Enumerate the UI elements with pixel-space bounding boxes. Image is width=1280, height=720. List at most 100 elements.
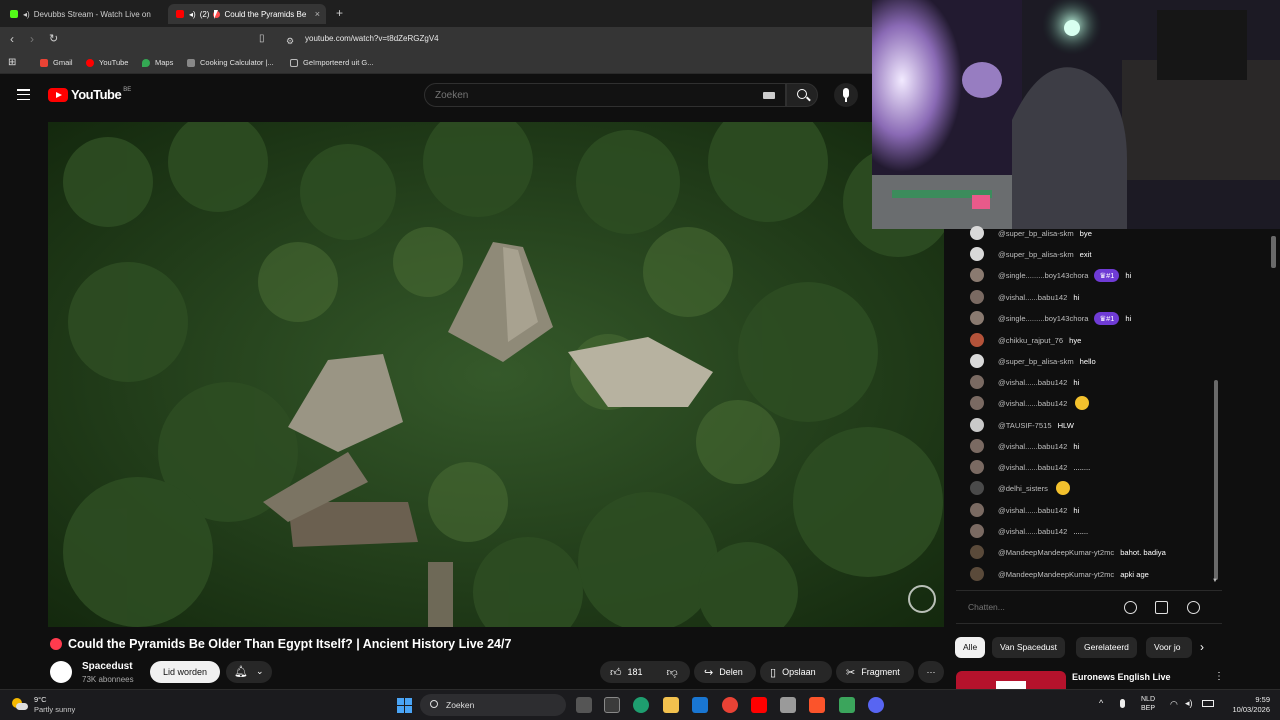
chat-author[interactable]: @vishal......babu142 [998,463,1067,472]
video-player[interactable] [48,122,944,627]
chevron-right-icon[interactable]: › [1200,640,1204,654]
heart-icon[interactable] [1187,601,1200,614]
avatar[interactable] [970,439,984,453]
emoji-icon[interactable] [1124,601,1137,614]
voice-search-button[interactable] [834,83,858,107]
back-icon[interactable]: ‹ [10,32,14,46]
chip-all[interactable]: Alle [955,637,986,658]
super-chat-icon[interactable] [1155,601,1168,614]
bookmark-cooking-calculator[interactable]: Cooking Calculator |... [187,58,274,67]
avatar[interactable] [970,354,984,368]
avatar[interactable] [970,567,984,581]
chat-author[interactable]: @MandeepMandeepKumar-yt2mc [998,570,1114,579]
avatar[interactable] [970,545,984,559]
chrome-icon[interactable] [722,697,738,713]
chat-input[interactable] [968,599,1118,615]
chat-author[interactable]: @vishal......babu142 [998,399,1067,408]
notification-bell-button[interactable]: 🔔︎ ⌄ [226,661,272,683]
chip-for-you[interactable]: Voor jo [1146,637,1192,658]
chat-author[interactable]: @MandeepMandeepKumar-yt2mc [998,548,1114,557]
bookmark-youtube[interactable]: YouTube [86,58,128,67]
recommendation-thumbnail[interactable] [956,671,1066,689]
avatar[interactable] [970,460,984,474]
wifi-icon[interactable]: ◠ [1170,699,1178,710]
chat-author[interactable]: @vishal......babu142 [998,527,1067,536]
system-clock[interactable]: 9:59 10/03/2026 [1222,695,1270,715]
chat-author[interactable]: @single.........boy143chora [998,271,1088,280]
windows-start-icon[interactable] [397,698,412,713]
brave-icon[interactable] [809,697,825,713]
chat-author[interactable]: @super_bp_alisa-skm [998,229,1074,238]
bookmark-maps[interactable]: Maps [142,58,173,67]
chat-author[interactable]: @vishal......babu142 [998,442,1067,451]
url-field[interactable]: youtube.com/watch?v=t8dZeRGZgV4 [305,34,439,43]
search-input[interactable] [435,88,735,103]
chip-related[interactable]: Gerelateerd [1076,637,1137,658]
chip-from-channel[interactable]: Van Spacedust [992,637,1066,658]
share-button[interactable]: ↪ Delen [694,661,756,683]
chat-scrollbar[interactable] [1214,380,1218,580]
battery-icon[interactable] [1202,700,1214,707]
reload-icon[interactable]: ↻ [49,32,58,46]
close-tab-icon[interactable]: × [315,9,320,19]
avatar[interactable] [970,418,984,432]
avatar[interactable] [970,503,984,517]
dislike-icon[interactable]: 👎︎ [667,666,678,679]
bookmark-icon[interactable]: ▯ [259,32,265,46]
chat-author[interactable]: @vishal......babu142 [998,506,1067,515]
calculator-icon[interactable] [780,697,796,713]
bookmark-folder-imported[interactable]: Geïmporteerd uit G... [290,58,373,67]
stream-app-icon[interactable] [839,697,855,713]
edge-icon[interactable] [633,697,649,713]
new-tab-button[interactable]: + [336,6,343,20]
recommendation-title[interactable]: Euronews English Live [1072,672,1171,682]
store-icon[interactable] [604,697,620,713]
avatar[interactable] [970,311,984,325]
channel-watermark-icon[interactable] [908,585,936,613]
clip-button[interactable]: ✂ Fragment [836,661,914,683]
bookmark-gmail[interactable]: Gmail [40,58,73,67]
chat-author[interactable]: @TAUSIF-7515 [998,421,1052,430]
more-actions-button[interactable]: ··· [918,661,944,683]
youtube-app-icon[interactable] [751,697,767,713]
channel-name[interactable]: Spacedust [82,661,133,672]
chat-author[interactable]: @chikku_rajput_76 [998,336,1063,345]
avatar[interactable] [970,396,984,410]
tab-devubbs[interactable]: ◂) Devubbs Stream - Watch Live on [0,4,160,24]
avatar[interactable] [970,333,984,347]
volume-icon[interactable]: ◂) [1185,698,1193,709]
menu-icon[interactable] [17,89,30,101]
task-view-icon[interactable] [576,697,592,713]
save-button[interactable]: ▯ Opslaan [760,661,832,683]
tray-chevron-up-icon[interactable]: ^ [1099,698,1103,708]
site-info-icon[interactable]: ⚙ [286,34,294,48]
weather-temperature[interactable]: 9°C [34,695,47,704]
avatar[interactable] [970,481,984,495]
search-button[interactable] [786,83,818,107]
chat-author[interactable]: @super_bp_alisa-skm [998,357,1074,366]
scroll-down-icon[interactable]: ▼ [1212,578,1218,584]
weather-sun-cloud-icon[interactable] [12,698,28,711]
forward-icon[interactable]: › [30,32,34,46]
mic-tray-icon[interactable] [1120,699,1125,708]
tab-youtube[interactable]: ◂) (2) Could the Pyramids Be × [168,4,326,24]
like-button[interactable]: 👍︎ 181 👎︎ [600,661,690,683]
outlook-icon[interactable] [692,697,708,713]
avatar[interactable] [970,375,984,389]
avatar[interactable] [970,268,984,282]
join-button[interactable]: Lid worden [150,661,220,683]
avatar[interactable] [970,247,984,261]
chat-author[interactable]: @delhi_sisters [998,484,1048,493]
channel-avatar[interactable] [50,661,72,683]
apps-grid-icon[interactable]: ⊞ [8,57,16,68]
chat-author[interactable]: @super_bp_alisa-skm [998,250,1074,259]
chat-author[interactable]: @single.........boy143chora [998,314,1088,323]
more-vertical-icon[interactable]: ⋮ [1214,671,1224,682]
chat-author[interactable]: @vishal......babu142 [998,378,1067,387]
page-scrollbar[interactable] [1271,236,1276,268]
keyboard-icon[interactable] [763,92,775,99]
youtube-logo[interactable]: YouTube BE [48,87,131,102]
taskbar-search[interactable]: Zoeken [420,694,566,716]
file-explorer-icon[interactable] [663,697,679,713]
discord-icon[interactable] [868,697,884,713]
